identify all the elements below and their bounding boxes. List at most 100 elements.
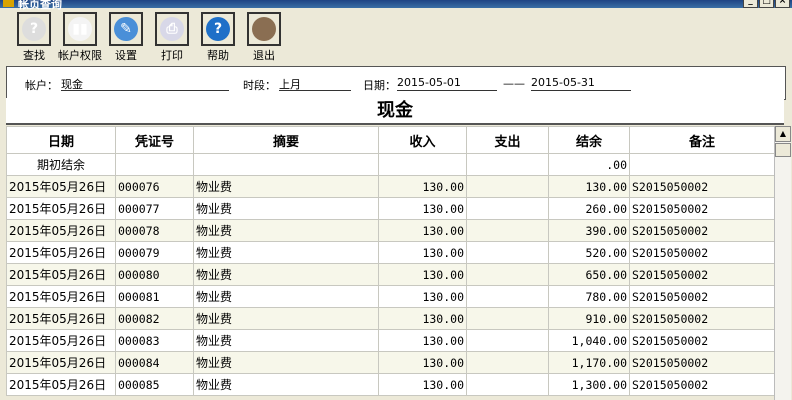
table-cell: S2015050002 xyxy=(629,373,775,396)
table-cell: 000085 xyxy=(115,373,194,396)
table-cell: 2015年05月26日 xyxy=(6,285,116,308)
search-doc-icon: ? xyxy=(17,12,51,46)
table-row[interactable]: 2015年05月26日 000076 物业费 130.00 130.00 S2015050… xyxy=(6,175,775,198)
table-cell: 2015年05月26日 xyxy=(6,219,116,242)
table-row[interactable]: 2015年05月26日 000084 物业费 130.00 1,170.00 S20150… xyxy=(6,351,775,374)
table-cell: 物业费 xyxy=(193,219,379,242)
scroll-up-button[interactable]: ▲ xyxy=(775,126,791,142)
table-cell: 130.00 xyxy=(378,329,467,352)
table-cell: 物业费 xyxy=(193,263,379,286)
table-cell: 000080 xyxy=(115,263,194,286)
toolbar-button-2[interactable]: ✎ 设置 xyxy=(100,12,152,63)
table-row[interactable]: 期初结余 .00 xyxy=(6,153,775,176)
table-cell: 000084 xyxy=(115,351,194,374)
table-row[interactable]: 2015年05月26日 000082 物业费 130.00 910.00 S2015050… xyxy=(6,307,775,330)
table-cell xyxy=(466,373,549,396)
close-button[interactable]: × xyxy=(775,0,790,8)
table-cell: 130.00 xyxy=(378,307,467,330)
table-cell: S2015050002 xyxy=(629,263,775,286)
toolbar-button-label: 查找 xyxy=(23,49,45,62)
table-cell xyxy=(466,285,549,308)
table-cell: 2015年05月26日 xyxy=(6,351,116,374)
toolbar-button-1[interactable]: ▮▮ 帐户权限 xyxy=(54,12,106,63)
table-cell: 000079 xyxy=(115,241,194,264)
table-row[interactable]: 2015年05月26日 000080 物业费 130.00 650.00 S2015050… xyxy=(6,263,775,286)
table-cell: 910.00 xyxy=(548,307,630,330)
table-cell: S2015050002 xyxy=(629,307,775,330)
column-header[interactable]: 收入 xyxy=(378,126,467,154)
table-cell: 000082 xyxy=(115,307,194,330)
toolbar-button-label: 帐户权限 xyxy=(58,49,102,62)
table-cell: 780.00 xyxy=(548,285,630,308)
table-cell: 260.00 xyxy=(548,197,630,220)
column-header[interactable]: 结余 xyxy=(548,126,630,154)
period-field[interactable]: 上月 xyxy=(279,76,351,91)
table-cell: 130.00 xyxy=(378,241,467,264)
table-cell: 2015年05月26日 xyxy=(6,263,116,286)
permissions-icon: ▮▮ xyxy=(63,12,97,46)
table-row[interactable]: 2015年05月26日 000083 物业费 130.00 1,040.00 S20150… xyxy=(6,329,775,352)
table-cell: S2015050002 xyxy=(629,175,775,198)
table-cell: 物业费 xyxy=(193,373,379,396)
table-cell: S2015050002 xyxy=(629,241,775,264)
column-header[interactable]: 支出 xyxy=(466,126,549,154)
table-row[interactable]: 2015年05月26日 000077 物业费 130.00 260.00 S2015050… xyxy=(6,197,775,220)
account-field[interactable]: 现金 xyxy=(61,76,229,91)
toolbar-button-3[interactable]: ⎙ 打印 xyxy=(146,12,198,63)
table-cell: 物业费 xyxy=(193,197,379,220)
exit-icon xyxy=(247,12,281,46)
maximize-button[interactable]: □ xyxy=(759,0,774,8)
table-cell: 520.00 xyxy=(548,241,630,264)
report-title: 现金 xyxy=(6,98,784,125)
table-row[interactable]: 2015年05月26日 000085 物业费 130.00 1,300.00 S20150… xyxy=(6,373,775,396)
window-title: 帐页查询 xyxy=(18,0,62,11)
table-cell xyxy=(629,153,775,176)
table-cell xyxy=(466,329,549,352)
table-cell: 130.00 xyxy=(548,175,630,198)
table-row[interactable]: 2015年05月26日 000079 物业费 130.00 520.00 S2015050… xyxy=(6,241,775,264)
table-cell: 000078 xyxy=(115,219,194,242)
table-cell xyxy=(378,153,467,176)
table-cell: S2015050002 xyxy=(629,351,775,374)
table-cell: S2015050002 xyxy=(629,285,775,308)
toolbar-button-label: 帮助 xyxy=(207,49,229,62)
title-bar: 帐页查询 _ □ × xyxy=(0,0,792,11)
table-cell: S2015050002 xyxy=(629,197,775,220)
date-separator: —— xyxy=(503,77,525,90)
table-cell: 130.00 xyxy=(378,373,467,396)
table-row[interactable]: 2015年05月26日 000081 物业费 130.00 780.00 S2015050… xyxy=(6,285,775,308)
toolbar-button-label: 打印 xyxy=(161,49,183,62)
toolbar-button-5[interactable]: 退出 xyxy=(238,12,290,63)
table-cell: 物业费 xyxy=(193,351,379,374)
table-cell: S2015050002 xyxy=(629,329,775,352)
scroll-thumb[interactable] xyxy=(775,143,791,157)
table-cell xyxy=(466,307,549,330)
vertical-scrollbar[interactable]: ▲ xyxy=(774,126,791,400)
table-cell: 1,040.00 xyxy=(548,329,630,352)
column-header[interactable]: 摘要 xyxy=(193,126,379,154)
minimize-button[interactable]: _ xyxy=(743,0,758,8)
table-cell xyxy=(466,351,549,374)
table-cell: 130.00 xyxy=(378,351,467,374)
date-to-field[interactable]: 2015-05-31 xyxy=(531,76,631,91)
date-label: 日期： xyxy=(363,79,396,92)
toolbar-button-4[interactable]: ? 帮助 xyxy=(192,12,244,63)
toolbar-button-0[interactable]: ? 查找 xyxy=(8,12,60,63)
column-header[interactable]: 凭证号 xyxy=(115,126,194,154)
date-from-field[interactable]: 2015-05-01 xyxy=(397,76,497,91)
toolbar-button-label: 设置 xyxy=(115,49,137,62)
table-cell: 物业费 xyxy=(193,285,379,308)
table-cell xyxy=(115,153,194,176)
period-label: 时段： xyxy=(243,79,276,92)
table-cell: 2015年05月26日 xyxy=(6,197,116,220)
column-header[interactable]: 日期 xyxy=(6,126,116,154)
table-row[interactable]: 2015年05月26日 000078 物业费 130.00 390.00 S2015050… xyxy=(6,219,775,242)
table-cell xyxy=(466,241,549,264)
table-cell xyxy=(466,263,549,286)
table-cell xyxy=(466,175,549,198)
table-cell: 2015年05月26日 xyxy=(6,329,116,352)
table-cell xyxy=(466,197,549,220)
table-cell: 2015年05月26日 xyxy=(6,175,116,198)
printer-icon: ⎙ xyxy=(155,12,189,46)
column-header[interactable]: 备注 xyxy=(629,126,775,154)
